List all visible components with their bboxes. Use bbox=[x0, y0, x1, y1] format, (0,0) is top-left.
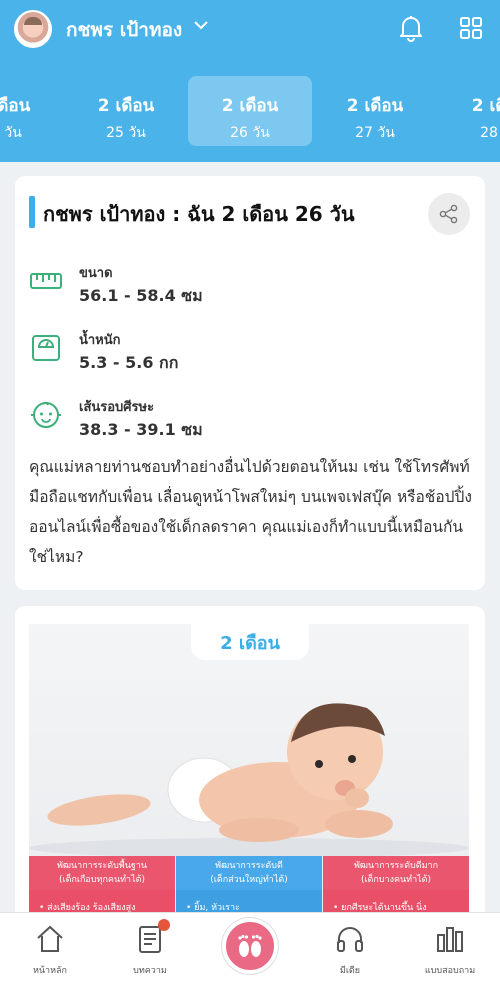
dev-level-sub: (เด็กส่วนใหญ่ทำได้) bbox=[210, 875, 288, 885]
dev-level-header: พัฒนาการระดับพื้นฐาน (เด็กเกือบทุกคนทำได… bbox=[29, 856, 175, 890]
nav-survey[interactable]: แบบสอบถาม bbox=[410, 913, 490, 984]
bell-icon[interactable] bbox=[398, 14, 424, 42]
dev-level-header: พัฒนาการระดับดีมาก (เด็กบางคนทำได้) bbox=[323, 856, 469, 890]
nav-articles-label: บทความ bbox=[133, 966, 167, 976]
dev-level-title: พัฒนาการระดับดีมาก bbox=[353, 861, 439, 871]
age-day: 25 วัน bbox=[106, 125, 146, 141]
baby-photo[interactable]: 2 เดือน พัฒนาการระดับพื้นฐาน (เด็กเกือบท… bbox=[29, 624, 469, 926]
share-icon bbox=[439, 204, 458, 224]
age-month: 2 เดือน bbox=[346, 96, 404, 116]
age-day: 27 วัน bbox=[355, 125, 395, 141]
nav-media[interactable]: มีเดีย bbox=[310, 913, 390, 984]
dev-level-header: พัฒนาการระดับดี (เด็กส่วนใหญ่ทำได้) bbox=[176, 856, 322, 890]
app-header: กชพร เป้าทอง 2 เดือน 24 วัน 2 เดือน 25 ว… bbox=[0, 0, 500, 162]
growth-info-card: กชพร เป้าทอง : ฉัน 2 เดือน 26 วัน ขนาด 5… bbox=[15, 176, 485, 590]
share-button[interactable] bbox=[428, 193, 470, 235]
age-item[interactable]: 2 เดือน 27 วัน bbox=[313, 76, 437, 146]
top-bar: กชพร เป้าทอง bbox=[0, 0, 500, 58]
center-action-button[interactable] bbox=[222, 918, 278, 974]
age-month: 2 เดือน bbox=[221, 96, 279, 116]
nav-home-label: หน้าหลัก bbox=[32, 966, 68, 976]
age-item[interactable]: 2 เดือน 25 วัน bbox=[64, 76, 188, 146]
nav-survey-label: แบบสอบถาม bbox=[424, 966, 476, 976]
headphones-icon bbox=[337, 927, 363, 952]
development-image-card: 2 เดือน พัฒนาการระดับพื้นฐาน (เด็กเกือบท… bbox=[15, 606, 485, 926]
baby-face-icon bbox=[31, 401, 61, 428]
weight-value: 5.3 - 5.6 กก bbox=[79, 353, 179, 372]
description-text: คุณแม่หลายท่านชอบทำอย่างอื่นไปด้วยตอนให้… bbox=[29, 458, 472, 566]
age-month: 2 เดือน bbox=[471, 96, 500, 116]
nav-media-label: มีเดีย bbox=[339, 966, 361, 976]
age-month: 2 เดือน bbox=[0, 96, 31, 116]
profile-name[interactable]: กชพร เป้าทอง bbox=[66, 15, 182, 45]
ruler-icon bbox=[30, 273, 62, 289]
nav-home[interactable]: หน้าหลัก bbox=[10, 913, 90, 984]
dev-level-title: พัฒนาการระดับพื้นฐาน bbox=[56, 861, 148, 871]
baby-feet-icon bbox=[238, 934, 262, 957]
grid-menu-icon[interactable] bbox=[460, 17, 482, 39]
head-circumference-label: เส้นรอบศีรษะ bbox=[79, 400, 155, 415]
age-item-selected[interactable]: 2 เดือน 26 วัน bbox=[188, 76, 312, 146]
size-label: ขนาด bbox=[79, 266, 113, 281]
chart-icon bbox=[437, 927, 463, 952]
home-icon bbox=[37, 925, 63, 952]
baby-illustration bbox=[29, 703, 469, 856]
age-item[interactable]: 2 เดือน 28 วัน bbox=[438, 76, 500, 146]
weight-label: น้ำหนัก bbox=[79, 333, 121, 348]
age-day: 26 วัน bbox=[230, 125, 270, 141]
notification-badge bbox=[158, 919, 170, 931]
dev-level-sub: (เด็กเกือบทุกคนทำได้) bbox=[59, 875, 145, 885]
avatar[interactable] bbox=[14, 10, 52, 48]
dev-level-title: พัฒนาการระดับดี bbox=[215, 861, 283, 871]
head-circumference-value: 38.3 - 39.1 ซม bbox=[79, 420, 203, 439]
age-day: 24 วัน bbox=[0, 125, 22, 141]
age-day-selector: 2 เดือน 24 วัน 2 เดือน 25 วัน 2 เดือน 26… bbox=[0, 70, 500, 152]
card-title: กชพร เป้าทอง : ฉัน 2 เดือน 26 วัน bbox=[43, 202, 355, 226]
nav-articles[interactable]: บทความ bbox=[110, 913, 190, 984]
dev-level-sub: (เด็กบางคนทำได้) bbox=[360, 875, 432, 885]
scale-icon bbox=[32, 335, 60, 361]
age-day: 28 วัน bbox=[480, 125, 500, 141]
photo-month-label: 2 เดือน bbox=[220, 633, 280, 654]
title-accent-bar bbox=[29, 196, 35, 228]
age-item[interactable]: 2 เดือน 24 วัน bbox=[0, 76, 64, 146]
chevron-down-icon[interactable] bbox=[192, 16, 210, 34]
age-month: 2 เดือน bbox=[97, 96, 155, 116]
size-value: 56.1 - 58.4 ซม bbox=[79, 286, 203, 305]
